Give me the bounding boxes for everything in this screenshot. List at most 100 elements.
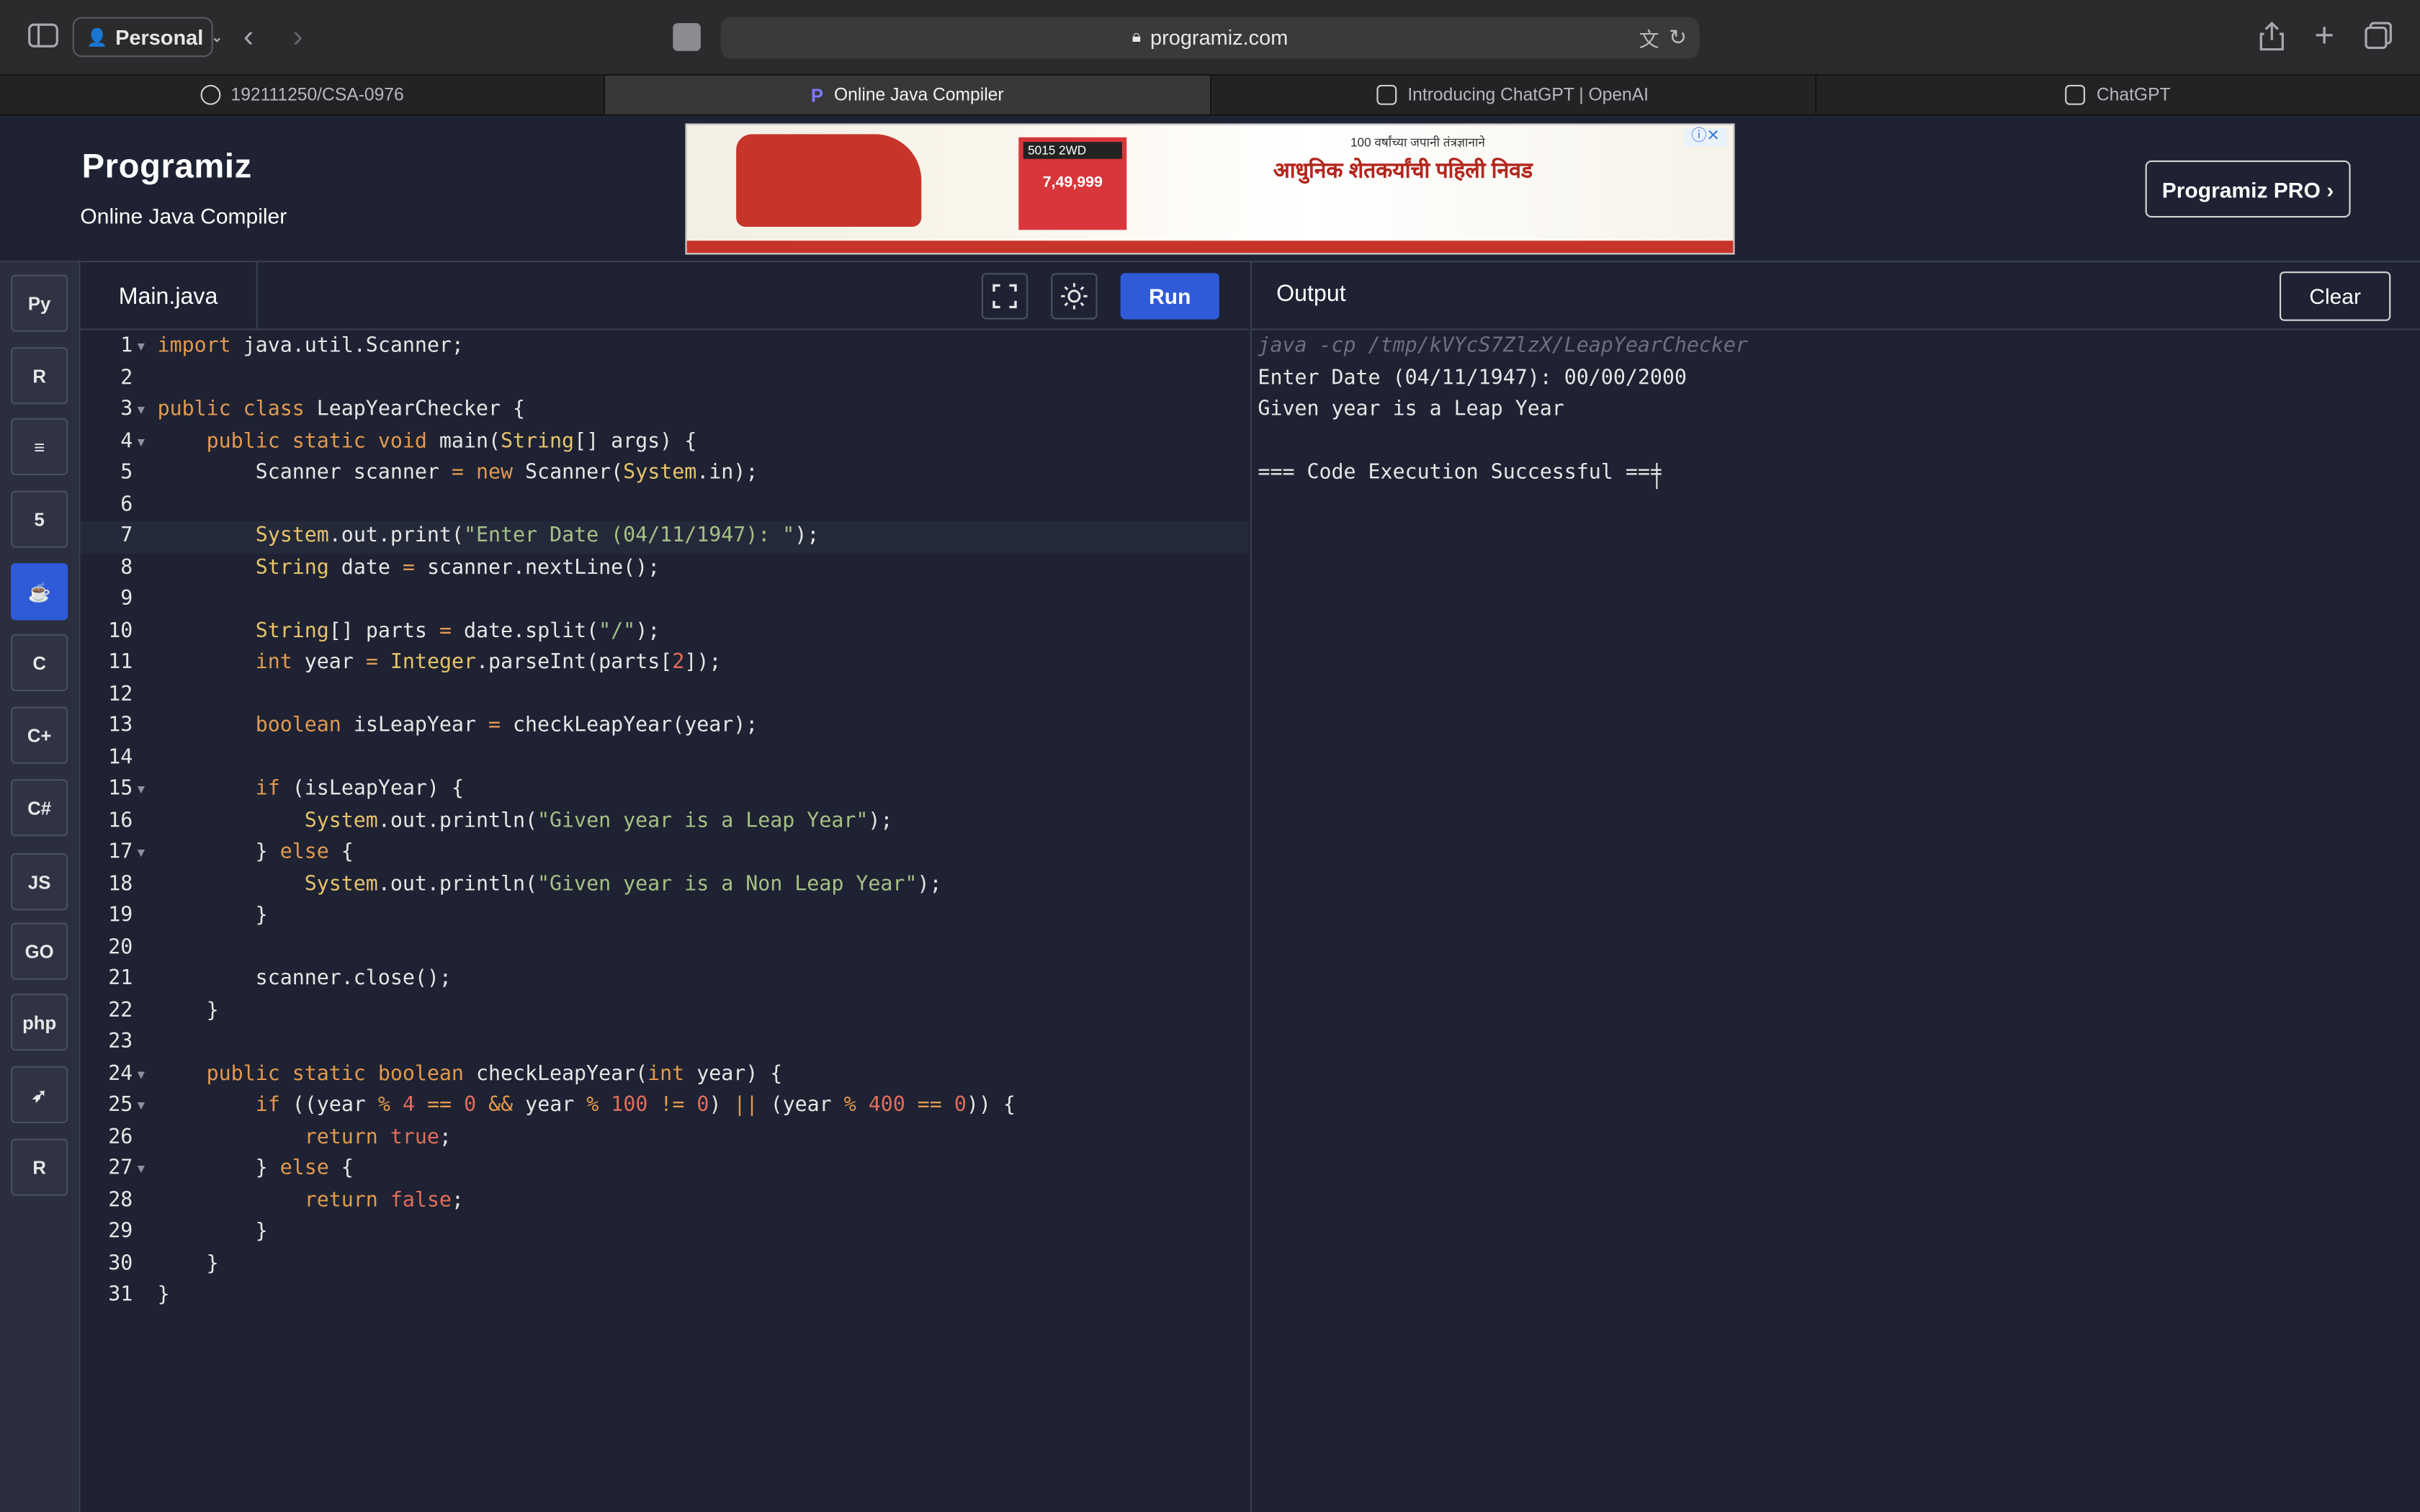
code-line[interactable]: 8 String date = scanner.nextLine();	[80, 553, 1248, 585]
fold-arrow-icon[interactable]: ▼	[138, 332, 145, 364]
tab-overview-icon[interactable]	[2363, 20, 2394, 51]
code-text: return true;	[304, 1125, 452, 1149]
swift-icon[interactable]: ➶	[11, 1066, 68, 1123]
tab-online-java-compiler[interactable]: P Online Java Compiler	[605, 76, 1211, 114]
code-line[interactable]: 14	[80, 743, 1248, 775]
fullscreen-icon[interactable]	[981, 273, 1028, 320]
code-line[interactable]: 12	[80, 680, 1248, 711]
line-number: 20	[108, 935, 133, 959]
share-icon[interactable]	[2257, 19, 2287, 53]
new-tab-icon[interactable]: +	[2309, 15, 2340, 54]
line-number: 5	[120, 461, 133, 485]
code-line[interactable]: 27 ▼ } else {	[80, 1154, 1248, 1186]
browser-tab-strip: 192111250/CSA-0976 P Online Java Compile…	[0, 73, 2420, 116]
page-subtitle: Online Java Compiler	[80, 203, 287, 229]
address-bar[interactable]: 🔒︎ programiz.com 文 ↻	[720, 17, 1700, 59]
file-tab-main-java[interactable]: Main.java	[80, 262, 258, 330]
code-line[interactable]: 2	[80, 364, 1248, 395]
code-line[interactable]: 31}	[80, 1281, 1248, 1313]
output-console[interactable]: java -cp /tmp/kVYcS7ZlzX/LeapYearChecker…	[1250, 330, 2420, 1512]
cpp-icon[interactable]: C+	[11, 706, 68, 764]
code-line[interactable]: 20	[80, 932, 1248, 964]
tab-github[interactable]: 192111250/CSA-0976	[0, 76, 606, 114]
programiz-logo[interactable]: Programiz	[82, 147, 252, 187]
code-line[interactable]: 28 return false;	[80, 1186, 1248, 1218]
code-text: } else {	[157, 840, 354, 864]
line-number: 29	[108, 1220, 133, 1244]
code-line[interactable]: 10 String[] parts = date.split("/");	[80, 616, 1248, 648]
code-text: } else {	[157, 1157, 354, 1181]
code-line[interactable]: 3 ▼ public class LeapYearChecker {	[80, 395, 1248, 427]
reload-icon[interactable]: ↻	[1669, 24, 1687, 50]
line-number: 6	[120, 492, 133, 516]
pro-button-label: Programiz PRO	[2161, 176, 2321, 202]
output-line: Given year is a Leap Year	[1258, 397, 1564, 421]
code-line[interactable]: 30 }	[80, 1249, 1248, 1281]
code-line[interactable]: 7 System.out.print("Enter Date (04/11/19…	[80, 521, 1249, 554]
code-line[interactable]: 4 ▼ public static void main(String[] args…	[80, 427, 1248, 459]
code-line[interactable]: 5 Scanner scanner = new Scanner(System.i…	[80, 458, 1248, 490]
advertisement-banner[interactable]: 5015 2WD 7,49,999 100 वर्षांच्या जपानी त…	[685, 123, 1735, 255]
fold-arrow-icon[interactable]: ▼	[138, 1091, 145, 1122]
code-line[interactable]: 25 ▼ if ((year % 4 == 0 && year % 100 != …	[80, 1091, 1248, 1122]
tab-introducing-chatgpt[interactable]: Introducing ChatGPT | OpenAI	[1211, 76, 1816, 114]
code-line[interactable]: 1 ▼ import java.util.Scanner;	[80, 332, 1248, 364]
php-icon[interactable]: php	[11, 994, 68, 1051]
html-icon[interactable]: 5	[11, 490, 68, 548]
c-icon[interactable]: C	[11, 634, 68, 691]
clear-button[interactable]: Clear	[2280, 271, 2391, 321]
r-icon[interactable]: R	[11, 347, 68, 405]
code-line[interactable]: 11 int year = Integer.parseInt(parts[2])…	[80, 648, 1248, 680]
ad-close-icon[interactable]: ⓘ✕	[1683, 127, 1727, 147]
forward-icon[interactable]: ›	[284, 19, 312, 55]
line-number: 7	[120, 524, 133, 548]
java-icon[interactable]: ☕	[11, 563, 68, 621]
javascript-icon[interactable]: JS	[11, 853, 68, 911]
code-line[interactable]: 24 ▼ public static boolean checkLeapYear(…	[80, 1059, 1248, 1091]
code-line[interactable]: 13 boolean isLeapYear = checkLeapYear(ye…	[80, 711, 1248, 743]
python-icon[interactable]: Py	[11, 274, 68, 332]
run-button[interactable]: Run	[1120, 273, 1219, 320]
theme-toggle-icon[interactable]	[1051, 273, 1098, 320]
line-number: 27	[108, 1157, 133, 1181]
tab-label: 192111250/CSA-0976	[230, 85, 404, 104]
fold-arrow-icon[interactable]: ▼	[138, 838, 145, 870]
code-line[interactable]: 21 scanner.close();	[80, 964, 1248, 996]
code-line[interactable]: 15 ▼ if (isLeapYear) {	[80, 775, 1248, 806]
code-line[interactable]: 17 ▼ } else {	[80, 838, 1248, 870]
go-icon[interactable]: GO	[11, 922, 68, 980]
code-line[interactable]: 29 }	[80, 1218, 1248, 1249]
code-text: if ((year % 4 == 0 && year % 100 != 0) |…	[255, 1094, 1016, 1117]
fold-arrow-icon[interactable]: ▼	[138, 775, 145, 806]
sql-icon[interactable]: ≡	[11, 418, 68, 475]
code-text: public static void main(String[] args) {	[206, 429, 697, 453]
csharp-icon[interactable]: C#	[11, 779, 68, 837]
tab-label: Online Java Compiler	[834, 85, 1004, 104]
code-line[interactable]: 19 }	[80, 901, 1248, 932]
code-line[interactable]: 6	[80, 490, 1248, 521]
code-line[interactable]: 18 System.out.println("Given year is a N…	[80, 870, 1248, 901]
line-number: 15	[108, 778, 133, 801]
line-number: 8	[120, 556, 133, 580]
profile-selector[interactable]: 👤 Personal ⌄	[72, 17, 223, 58]
fold-arrow-icon[interactable]: ▼	[138, 1154, 145, 1186]
programiz-pro-button[interactable]: Programiz PRO ›	[2145, 160, 2351, 218]
ad-price-box: 5015 2WD 7,49,999	[1018, 137, 1127, 230]
fold-arrow-icon[interactable]: ▼	[138, 427, 145, 459]
person-icon: 👤	[86, 28, 108, 48]
code-editor[interactable]: 1 ▼ import java.util.Scanner; 2 3 ▼ public cla…	[80, 330, 1249, 1512]
code-line[interactable]: 23	[80, 1027, 1248, 1059]
code-line[interactable]: 26 return true;	[80, 1122, 1248, 1154]
code-line[interactable]: 22 }	[80, 996, 1248, 1027]
code-line[interactable]: 16 System.out.println("Given year is a L…	[80, 806, 1248, 838]
fold-arrow-icon[interactable]: ▼	[138, 395, 145, 427]
line-number: 31	[108, 1283, 133, 1307]
code-line[interactable]: 9	[80, 585, 1248, 616]
sidebar-toggle-icon[interactable]	[28, 22, 59, 50]
tab-chatgpt[interactable]: ChatGPT	[1816, 76, 2420, 114]
translate-icon[interactable]: 文	[1639, 23, 1659, 53]
code-text: }	[157, 1283, 170, 1307]
back-icon[interactable]: ‹	[235, 19, 263, 55]
fold-arrow-icon[interactable]: ▼	[138, 1059, 145, 1091]
rust-icon[interactable]: R	[11, 1138, 68, 1196]
